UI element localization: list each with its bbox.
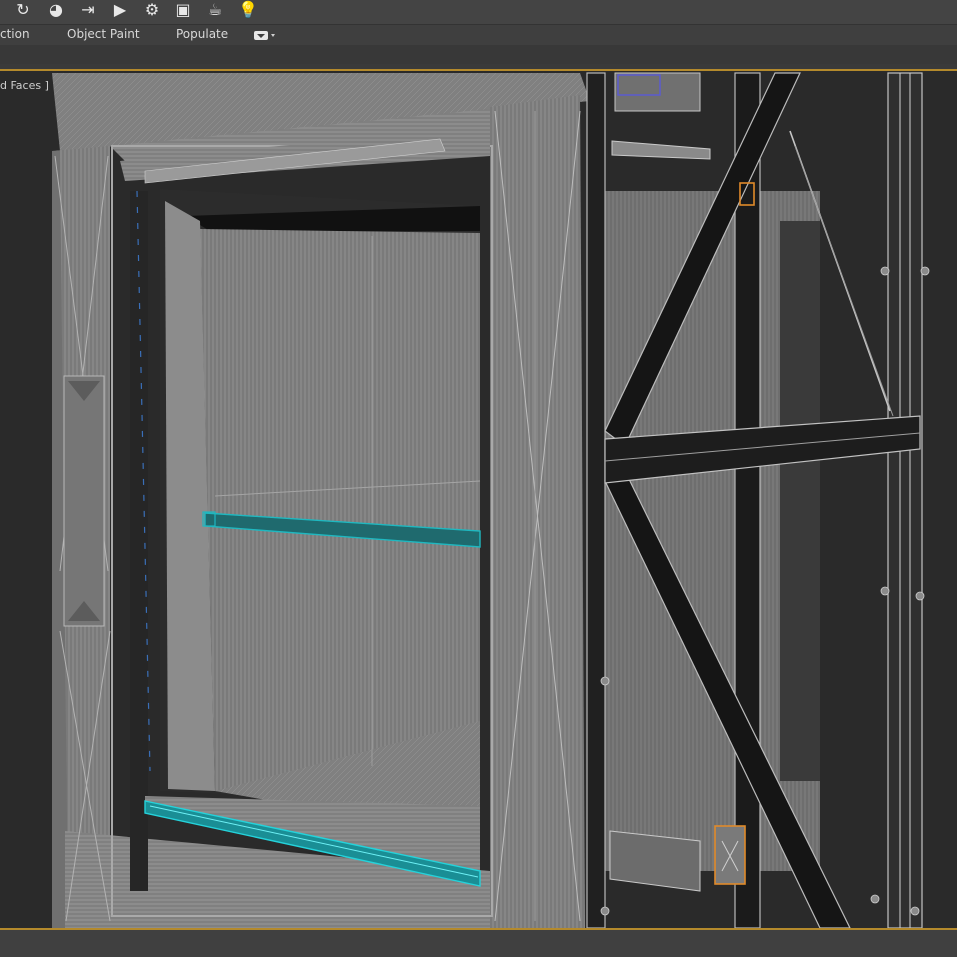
tab-selection[interactable]: ction xyxy=(0,27,30,41)
perspective-viewport[interactable]: d Faces ] xyxy=(0,69,957,930)
ribbon-tabs: ction Object Paint Populate xyxy=(0,25,957,45)
light-bulb-icon[interactable]: 💡 xyxy=(236,0,260,22)
shaft-post-right xyxy=(887,72,923,928)
rotate-icon[interactable]: ↻ xyxy=(11,0,35,22)
status-bar xyxy=(0,930,957,957)
main-toolbar: ↻ ◕ ⇥ ▶ ⚙ ▣ ☕ 💡 xyxy=(0,0,957,25)
frame-window-icon[interactable]: ▣ xyxy=(171,0,195,22)
tab-object-paint[interactable]: Object Paint xyxy=(67,27,140,41)
ribbon-options-dropdown[interactable] xyxy=(253,30,277,41)
play-render-icon[interactable]: ▶ xyxy=(108,0,132,22)
render-setup-icon[interactable]: ⚙ xyxy=(140,0,164,22)
chevron-down-icon xyxy=(271,34,275,37)
viewport-shading-label[interactable]: d Faces ] xyxy=(0,79,49,92)
set-key-icon[interactable]: ⇥ xyxy=(76,0,100,22)
teapot-icon[interactable]: ☕ xyxy=(203,0,227,22)
wireframe-scene[interactable] xyxy=(0,71,957,928)
left-door-gap xyxy=(130,191,148,891)
rear-cabin-gap xyxy=(780,221,820,781)
shaft-post-left xyxy=(586,72,606,928)
top-bracket xyxy=(614,72,701,112)
ribbon-panel-strip xyxy=(0,45,957,64)
material-editor-icon[interactable]: ◕ xyxy=(44,0,68,22)
floor-indicator-plate xyxy=(63,375,105,627)
tab-populate[interactable]: Populate xyxy=(176,27,228,41)
